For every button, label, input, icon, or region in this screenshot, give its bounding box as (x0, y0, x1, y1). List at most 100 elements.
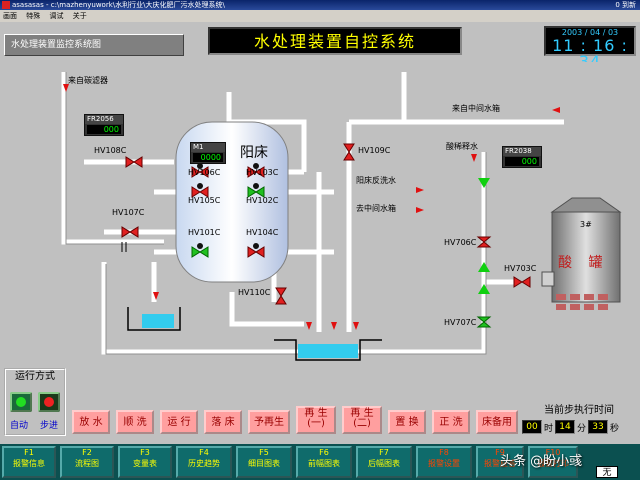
step-time-minutes: 14 (555, 420, 576, 434)
fkey-alarm-settings[interactable]: F8 报警设置 (416, 446, 472, 478)
window-status: 0 到新 (615, 1, 636, 9)
fkey-detail-chart[interactable]: F5 细目图表 (236, 446, 292, 478)
fkey-history-trend[interactable]: F4 历史趋势 (176, 446, 232, 478)
pipe-network (61, 72, 622, 361)
fkey-detail-chart-label: 细目图表 (248, 459, 280, 468)
window-title: asasasas - c:\mazhenyuwork\水利行业\大庆化肥厂污水处… (12, 1, 225, 9)
fkey-variables-label: 变量表 (133, 459, 157, 468)
valve-hv707c[interactable] (476, 316, 492, 328)
step-run-button[interactable]: 运 行 (160, 410, 198, 434)
meter-m1: M1 0000 (190, 142, 226, 164)
mode-panel-title: 运行方式 (15, 371, 55, 382)
step-time-hours: 00 (522, 420, 542, 434)
label-dilute-water: 酸稀释水 (446, 142, 478, 151)
auto-mode-label: 自动 (10, 421, 29, 431)
fkey-next-chart-label: 后幅图表 (368, 459, 400, 468)
window-title-bar: asasasas - c:\mazhenyuwork\水利行业\大庆化肥厂污水处… (0, 0, 640, 10)
meter-m1-id: M1 (191, 143, 225, 152)
label-from-carbon-filter: 来自碳滤器 (68, 76, 108, 85)
process-diagram: 来自碳滤器 来自中间水箱 酸稀释水 阳床反洗水 去中间水箱 阳床 3# 酸 罐 … (4, 62, 636, 362)
meter-fr2038: FR2038 000 (502, 146, 542, 168)
meter-fr2056-value: 000 (87, 125, 121, 134)
fkey-flowchart[interactable]: F2 流程图 (60, 446, 114, 478)
fkey-next-chart[interactable]: F7 后幅图表 (356, 446, 412, 478)
menu-item-special[interactable]: 特殊 (26, 12, 40, 20)
auto-indicator-icon (16, 397, 26, 407)
fkey-alarm-settings-key: F8 (439, 448, 449, 457)
label-hv110c: HV110C (238, 288, 271, 297)
label-hv107c: HV107C (112, 208, 145, 217)
label-to-mid-tank: 去中间水箱 (356, 204, 396, 213)
menu-item-screen[interactable]: 画面 (3, 12, 17, 20)
mode-panel: 运行方式 自动 步进 (4, 368, 66, 436)
step-settle-button[interactable]: 落 床 (204, 410, 242, 434)
label-hv104c: HV104C (246, 228, 279, 237)
step-time-panel: 当前步执行时间 00 时 14 分 33 秒 (522, 404, 636, 440)
menu-item-about[interactable]: 关于 (73, 12, 87, 20)
scada-window: asasasas - c:\mazhenyuwork\水利行业\大庆化肥厂污水处… (0, 0, 640, 480)
step-rinse-button[interactable]: 正 洗 (432, 410, 470, 434)
step-displace-button[interactable]: 置 换 (388, 410, 426, 434)
label-hv109c: HV109C (358, 146, 391, 155)
step-standby-button[interactable]: 床备用 (476, 410, 518, 434)
valve-hv109c[interactable] (343, 143, 355, 161)
fkey-flowchart-key: F2 (82, 448, 92, 457)
vessel-name: 阳床 (240, 145, 268, 161)
status-box: 无 (596, 466, 618, 478)
fkey-detail-chart-key: F5 (259, 448, 269, 457)
fkey-prev-chart-label: 前幅图表 (308, 459, 340, 468)
step-forward-wash-button[interactable]: 顺 洗 (116, 410, 154, 434)
meter-fr2038-value: 000 (505, 157, 539, 166)
valve-hv107c[interactable] (121, 226, 139, 238)
meter-fr2056: FR2056 000 (84, 114, 124, 136)
valve-hv703c[interactable] (513, 276, 531, 288)
fkey-alarm-info[interactable]: F1 报警信息 (2, 446, 56, 478)
fkey-variables-key: F3 (140, 448, 150, 457)
step-mode-label: 步进 (40, 421, 59, 431)
fkey-history-trend-label: 历史趋势 (188, 459, 220, 468)
fkey-variables[interactable]: F3 变量表 (118, 446, 172, 478)
step-drain-button[interactable]: 放 水 (72, 410, 110, 434)
fkey-alarm-settings-label: 报警设置 (428, 459, 460, 468)
subtitle-box: 水处理装置监控系统图 (4, 34, 184, 56)
label-hv103c: HV103C (246, 168, 279, 177)
function-key-bar: F1 报警信息 F2 流程图 F3 变量表 F4 历史趋势 F5 细目图表 F6… (0, 444, 640, 480)
step-time-title: 当前步执行时间 (544, 405, 614, 416)
page-title: 水处理装置自控系统 (208, 27, 462, 55)
label-hv108c: HV108C (94, 146, 127, 155)
step-pre-regen-button[interactable]: 予再生 (248, 410, 290, 434)
step-time-hours-unit: 时 (544, 423, 554, 434)
pipe-hv109 (349, 72, 407, 125)
fkey-history-trend-key: F4 (199, 448, 209, 457)
valve-hv110c[interactable] (275, 287, 287, 305)
step-regen2-button[interactable]: 再 生 (二) (342, 406, 382, 434)
clock: 2003 / 04 / 03 11 : 16 : 34 (544, 26, 636, 70)
label-hv106c: HV106C (188, 168, 221, 177)
valve-hv108c[interactable] (125, 156, 143, 168)
label-hv105c: HV105C (188, 196, 221, 205)
fkey-alarm-info-key: F1 (24, 448, 34, 457)
watermark: 头条 @盼小彧 (500, 454, 583, 469)
waste-pit-water (298, 344, 358, 358)
label-from-mid-tank: 来自中间水箱 (452, 104, 500, 113)
menu-item-debug[interactable]: 调试 (49, 12, 63, 20)
label-hv706c: HV706C (444, 238, 477, 247)
step-time-minutes-unit: 分 (577, 423, 587, 434)
subtitle: 水处理装置监控系统图 (11, 40, 102, 50)
label-hv101c: HV101C (188, 228, 221, 237)
label-hv102c: HV102C (246, 196, 279, 205)
step-time-seconds-unit: 秒 (610, 423, 620, 434)
step-mode-button[interactable] (38, 392, 60, 412)
fkey-flowchart-label: 流程图 (75, 459, 99, 468)
auto-mode-button[interactable] (10, 392, 32, 412)
step-indicator-icon (44, 397, 54, 407)
fkey-alarm-info-label: 报警信息 (13, 459, 45, 468)
step-regen1-button[interactable]: 再 生 (一) (296, 406, 336, 434)
drain-pit-water (142, 314, 174, 328)
fkey-prev-chart[interactable]: F6 前幅图表 (296, 446, 352, 478)
label-hv707c: HV707C (444, 318, 477, 327)
meter-m1-value: 0000 (193, 153, 223, 162)
fkey-prev-chart-key: F6 (319, 448, 329, 457)
meter-fr2038-id: FR2038 (503, 147, 541, 156)
valve-hv706c[interactable] (476, 236, 492, 248)
